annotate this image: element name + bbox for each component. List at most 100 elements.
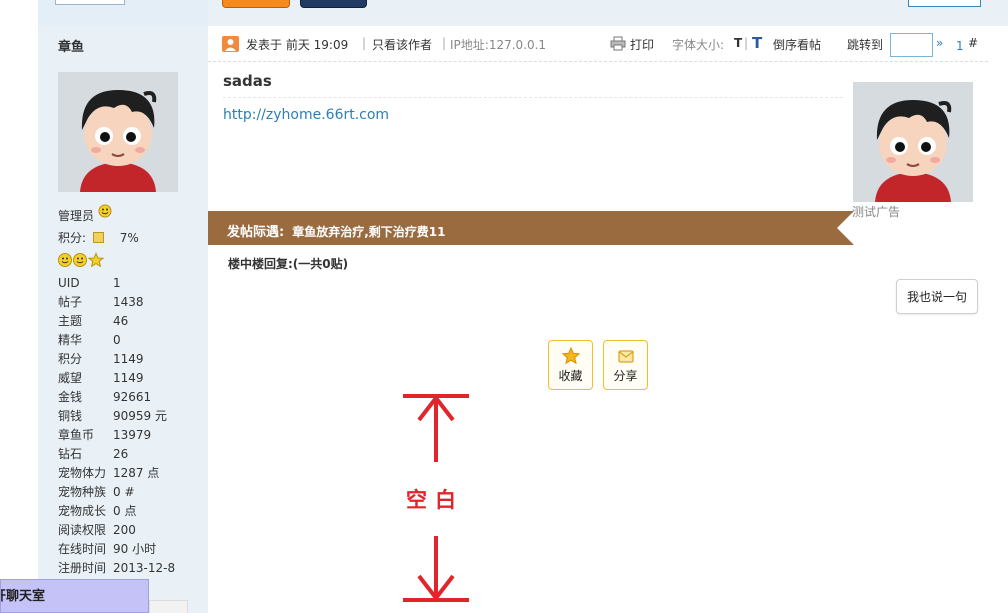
reverse-order-icon[interactable]: T xyxy=(752,34,762,52)
share-label: 分享 xyxy=(613,369,638,383)
top-strip xyxy=(0,0,1008,26)
add-comment-button[interactable]: 我也说一句 xyxy=(896,279,978,314)
left-margin xyxy=(0,26,38,613)
share-envelope-icon xyxy=(618,350,633,363)
meta-divider: | xyxy=(744,36,749,50)
stat-key: 宠物种族 xyxy=(58,485,107,499)
stat-value: 200 xyxy=(113,523,136,537)
avatar-boy-image xyxy=(58,72,178,192)
stat-key: 宠物成长 xyxy=(58,504,107,518)
stat-value: 0 点 xyxy=(113,504,137,518)
stat-row: 钻石 26 xyxy=(58,445,208,464)
user-online-icon xyxy=(222,36,239,52)
stat-row: 精华 0 xyxy=(58,331,208,350)
goto-label: 跳转到 xyxy=(847,38,884,52)
medals xyxy=(58,252,108,268)
stat-key: 金钱 xyxy=(58,390,83,404)
stat-key: 精华 xyxy=(58,333,83,347)
goto-floor-input[interactable] xyxy=(890,33,933,57)
blank-annotation-label: 空白 xyxy=(406,487,464,512)
stat-value: 1287 点 xyxy=(113,466,160,480)
stat-value: 90959 元 xyxy=(113,409,167,423)
stat-key: 帖子 xyxy=(58,295,83,309)
stat-value: 26 xyxy=(113,447,129,461)
font-size-toggle[interactable]: T xyxy=(734,36,742,50)
stat-key: 钻石 xyxy=(58,447,83,461)
author-sidebar: 章鱼 管理员 积分: 7% UID 1 帖子 1438 主题 46 精华 0 积… xyxy=(38,26,208,613)
ad-boy-image xyxy=(853,82,973,202)
post-main: 发表于 前天 19:09 | 只看该作者 | IP地址:127.0.0.1 打印… xyxy=(208,26,1008,613)
stat-row: 阅读权限 200 xyxy=(58,521,208,540)
stat-value: 46 xyxy=(113,314,129,328)
post-meta-bar: 发表于 前天 19:09 | 只看该作者 | IP地址:127.0.0.1 打印… xyxy=(208,26,988,62)
author-name[interactable]: 章鱼 xyxy=(58,36,84,55)
star-icon xyxy=(561,347,580,365)
reply-top-button[interactable] xyxy=(300,0,367,8)
stat-key: 宠物体力 xyxy=(58,466,107,480)
meta-divider: | xyxy=(362,36,367,50)
stat-row: 铜钱 90959 元 xyxy=(58,407,208,426)
stat-row: 宠物体力 1287 点 xyxy=(58,464,208,483)
stat-value: 92661 xyxy=(113,390,152,404)
ad-image[interactable] xyxy=(853,82,973,202)
group-label[interactable]: 管理员 xyxy=(58,209,94,223)
stat-row: 在线时间 90 小时 xyxy=(58,540,208,559)
user-group: 管理员 xyxy=(58,204,112,224)
stat-key: 在线时间 xyxy=(58,542,107,556)
points-line: 积分: 7% xyxy=(58,229,139,246)
print-link[interactable]: 打印 xyxy=(630,36,654,53)
ip-address: IP地址:127.0.0.1 xyxy=(450,38,547,52)
stat-row: 威望 1149 xyxy=(58,369,208,388)
stat-value: 13979 xyxy=(113,428,152,442)
points-percent: 7% xyxy=(119,231,139,245)
stat-row: 宠物成长 0 点 xyxy=(58,502,208,521)
stat-row: 宠物种族 0 # xyxy=(58,483,208,502)
stat-row: 章鱼币 13979 xyxy=(58,426,208,445)
return-list-button[interactable] xyxy=(908,0,981,7)
stat-value: 1 xyxy=(113,276,121,290)
stat-value: 90 小时 xyxy=(113,542,157,556)
stat-value: 2013-12-8 xyxy=(113,561,176,575)
floor-hash: # xyxy=(968,36,979,50)
stat-key: 威望 xyxy=(58,371,83,385)
font-size-label: 字体大小: xyxy=(672,38,725,52)
stat-key: 章鱼币 xyxy=(58,428,95,442)
stat-row: UID 1 xyxy=(58,274,208,293)
share-button[interactable]: 分享 xyxy=(603,340,648,390)
stat-key: UID xyxy=(58,276,80,290)
stat-row: 积分 1149 xyxy=(58,350,208,369)
post-url-link[interactable]: http://zyhome.66rt.com xyxy=(223,107,389,123)
stat-key: 阅读权限 xyxy=(58,523,107,537)
post-button[interactable] xyxy=(222,0,290,8)
printer-icon[interactable] xyxy=(610,36,626,51)
chat-room-label: 开聊天室 xyxy=(1,589,46,604)
favorite-button[interactable]: 收藏 xyxy=(548,340,593,390)
floor-number[interactable]: 1 xyxy=(956,39,964,53)
stat-key: 铜钱 xyxy=(58,409,83,423)
only-author-link[interactable]: 只看该作者 xyxy=(372,36,432,53)
stat-row: 帖子 1438 xyxy=(58,293,208,312)
stat-value: 1149 xyxy=(113,352,144,366)
favorite-label: 收藏 xyxy=(558,369,583,383)
banner-text: 发帖际遇: 章鱼放弃治疗,剩下治疗费11 xyxy=(227,221,445,240)
posted-time: 发表于 前天 19:09 xyxy=(246,38,349,52)
smiley-icon xyxy=(98,204,112,218)
chat-room-tail xyxy=(149,600,188,613)
title-divider xyxy=(223,97,843,98)
stat-value: 0 xyxy=(113,333,121,347)
author-stats: UID 1 帖子 1438 主题 46 精华 0 积分 1149 威望 1149 金钱 926… xyxy=(58,274,208,597)
stat-key: 积分 xyxy=(58,352,83,366)
stat-key: 注册时间 xyxy=(58,561,107,575)
meta-divider: | xyxy=(442,36,447,50)
post-title: sadas xyxy=(223,72,272,90)
stat-row: 主题 46 xyxy=(58,312,208,331)
ad-caption: 测试广告 xyxy=(852,205,901,219)
reverse-order-link[interactable]: 倒序看帖 xyxy=(773,36,821,53)
chat-room-tab[interactable]: 开聊天室 xyxy=(0,579,149,613)
stat-value: 1438 xyxy=(113,295,144,309)
stat-value: 1149 xyxy=(113,371,144,385)
goto-arrow[interactable]: » xyxy=(936,36,943,50)
author-avatar[interactable] xyxy=(58,72,178,192)
top-left-box[interactable] xyxy=(55,0,125,5)
medal-icons xyxy=(58,252,105,268)
